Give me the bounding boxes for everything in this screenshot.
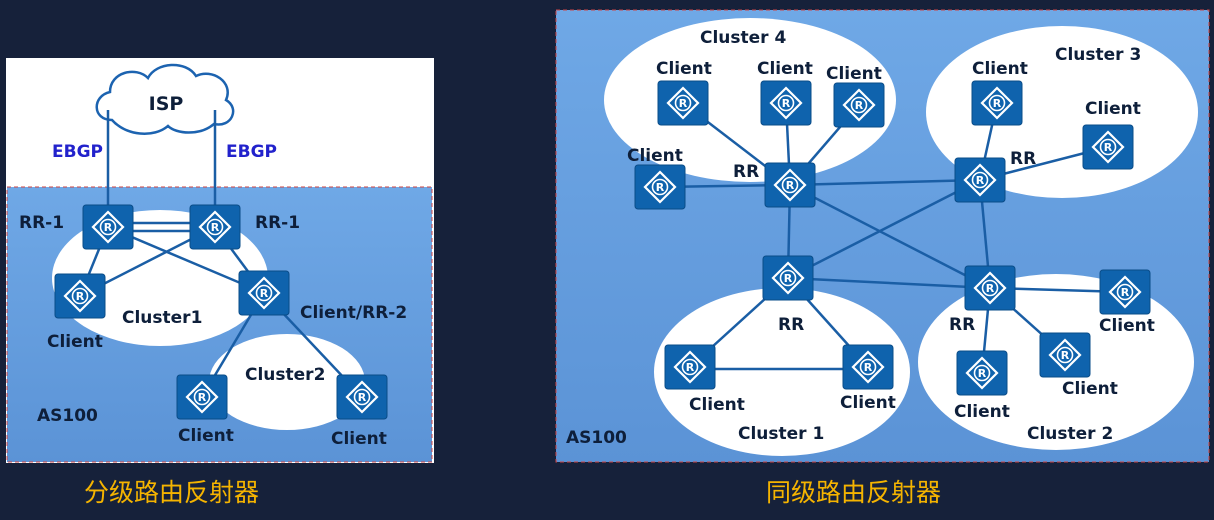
c4-rr-label: RR [733, 162, 759, 182]
rr1-left-label: RR-1 [19, 213, 64, 233]
left-caption: 分级路由反射器 [84, 478, 260, 507]
left-panel: ISP EBGP EBGP RR-1 RR-1 Cluster1 Client/… [6, 58, 434, 463]
c4-client2-router-icon [759, 79, 813, 127]
cluster2-client-right-router-icon [335, 373, 389, 421]
rr1-left-router-icon [81, 203, 135, 251]
right-as-label: AS100 [566, 428, 627, 448]
c3-rr-label: RR [1010, 149, 1036, 169]
c3-rr-router-icon [953, 156, 1007, 204]
isp-label: ISP [149, 93, 184, 115]
c3-client1-label: Client [972, 59, 1028, 79]
diagram-canvas: R ISP EBGP [6, 9, 1210, 463]
cluster1-label-right: Cluster 1 [738, 424, 824, 444]
ebgp-right-label: EBGP [226, 142, 277, 162]
ebgp-left-label: EBGP [52, 142, 103, 162]
c1-client2-label: Client [840, 393, 896, 413]
cluster4-label: Cluster 4 [700, 28, 786, 48]
c2-rr-label: RR [949, 315, 975, 335]
c3-client2-label: Client [1085, 99, 1141, 119]
c1-rr-router-icon [761, 254, 815, 302]
c2-client2-router-icon [955, 349, 1009, 397]
c3-client1-router-icon [970, 79, 1024, 127]
c4-client3-label: Client [826, 64, 882, 84]
c4-rr-router-icon [763, 161, 817, 209]
c2-client3-label: Client [1062, 379, 1118, 399]
client-label: Client [47, 332, 103, 352]
c3-client2-router-icon [1081, 123, 1135, 171]
right-panel: Cluster 4 Cluster 3 Cluster 1 Cluster 2 … [555, 9, 1210, 463]
c1-client2-router-icon [841, 343, 895, 391]
c2-rr-router-icon [963, 264, 1017, 312]
c2-client1-label: Client [1099, 316, 1155, 336]
c2-client3-router-icon [1038, 331, 1092, 379]
c4-client3-router-icon [832, 81, 886, 129]
c1-client1-label: Client [689, 395, 745, 415]
rr1-right-router-icon [188, 203, 242, 251]
c2-client2-label: Client [954, 402, 1010, 422]
c4-client1-router-icon [656, 79, 710, 127]
rr1-right-label: RR-1 [255, 213, 300, 233]
c4-client4-label: Client [627, 146, 683, 166]
c4-client2-label: Client [757, 59, 813, 79]
client-router-icon [53, 272, 107, 320]
c1-client1-router-icon [663, 343, 717, 391]
c4-client4-router-icon [633, 163, 687, 211]
c1-rr-label: RR [778, 315, 804, 335]
c2-client1-router-icon [1098, 268, 1152, 316]
client-rr2-label: Client/RR-2 [300, 303, 407, 323]
right-caption: 同级路由反射器 [766, 478, 942, 507]
cluster2-label: Cluster2 [245, 365, 325, 385]
c4-client1-label: Client [656, 59, 712, 79]
cluster1-label: Cluster1 [122, 308, 202, 328]
client-rr2-router-icon [237, 269, 291, 317]
cluster2-client-left-router-icon [175, 373, 229, 421]
cluster2-client-left-label: Client [178, 426, 234, 446]
cluster2-client-right-label: Client [331, 429, 387, 449]
cluster3-label: Cluster 3 [1055, 45, 1141, 65]
cluster2-label-right: Cluster 2 [1027, 424, 1113, 444]
left-as-label: AS100 [37, 406, 98, 426]
